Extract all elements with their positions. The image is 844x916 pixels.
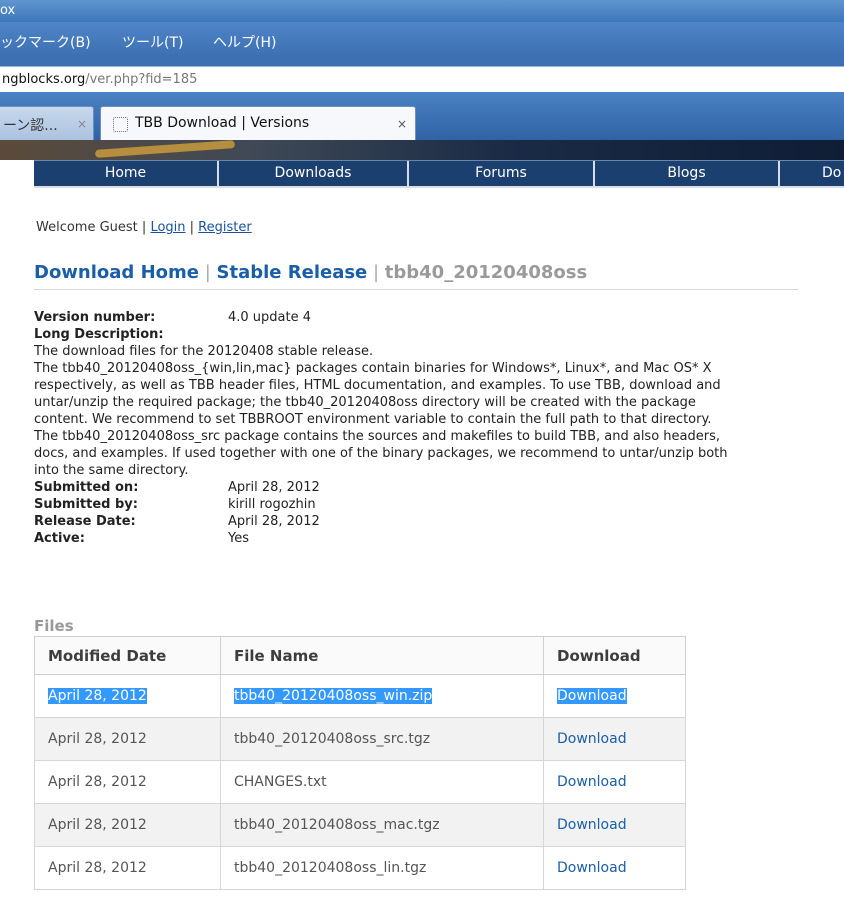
table-row: April 28, 2012 tbb40_20120408oss_win.zip… — [34, 674, 686, 718]
description-line: untar/unzip the required package; the tb… — [34, 395, 696, 410]
submitted-by-value: kirill rogozhin — [228, 497, 316, 512]
download-link[interactable]: Download — [543, 717, 686, 761]
long-description-row: Long Description: — [34, 326, 824, 343]
tab-label: TBB Download | Versions — [135, 115, 310, 131]
welcome-text: Welcome Guest | — [36, 220, 151, 235]
menu-bookmarks[interactable]: ックマーク(B) — [0, 32, 91, 52]
breadcrumb: Download Home | Stable Release | tbb40_2… — [34, 262, 798, 290]
address-url[interactable]: ngblocks.org/ver.php?fid=185 — [2, 72, 197, 87]
description-line: content. We recommend to set TBBROOT env… — [34, 412, 712, 427]
submitted-by-row: Submitted by: kirill rogozhin — [34, 496, 824, 513]
tab-strip: ーン認... × TBB Download | Versions × — [0, 92, 844, 141]
file-date: April 28, 2012 — [34, 760, 221, 804]
file-date: April 28, 2012 — [34, 717, 221, 761]
table-row: April 28, 2012 tbb40_20120408oss_mac.tgz… — [34, 803, 686, 847]
table-header-row: Modified Date File Name Download — [34, 636, 686, 675]
breadcrumb-separator: | — [198, 262, 217, 283]
menu-help[interactable]: ヘルプ(H) — [213, 32, 276, 52]
column-header-file-name: File Name — [220, 636, 544, 675]
nav-downloads[interactable]: Downloads — [219, 161, 409, 186]
file-name: tbb40_20120408oss_lin.tgz — [220, 846, 544, 890]
download-link[interactable]: Download — [543, 760, 686, 804]
version-value: 4.0 update 4 — [228, 310, 312, 325]
version-row: Version number: 4.0 update 4 — [34, 309, 824, 326]
register-link[interactable]: Register — [198, 220, 252, 235]
column-header-modified-date: Modified Date — [34, 636, 221, 675]
url-path: /ver.php?fid=185 — [85, 72, 198, 87]
active-row: Active: Yes — [34, 530, 824, 547]
download-link[interactable]: Download — [543, 846, 686, 890]
address-bar[interactable]: ngblocks.org/ver.php?fid=185 — [0, 66, 844, 94]
breadcrumb-download-home[interactable]: Download Home — [34, 262, 199, 283]
breadcrumb-separator: | — [367, 262, 385, 283]
nav-home[interactable]: Home — [34, 161, 219, 186]
release-date-row: Release Date: April 28, 2012 — [34, 513, 824, 530]
breadcrumb-stable-release[interactable]: Stable Release — [217, 262, 368, 283]
site-nav: Home Downloads Forums Blogs Do — [34, 160, 844, 188]
file-date: April 28, 2012 — [34, 846, 221, 890]
version-details: Version number: 4.0 update 4 Long Descri… — [34, 309, 824, 547]
tab-active[interactable]: TBB Download | Versions × — [100, 106, 416, 141]
table-row: April 28, 2012 tbb40_20120408oss_lin.tgz… — [34, 846, 686, 890]
submitted-on-row: Submitted on: April 28, 2012 — [34, 479, 824, 496]
url-host: ngblocks.org — [2, 72, 86, 87]
description-line: The tbb40_20120408oss_{win,lin,mac} pack… — [34, 361, 712, 376]
long-description-label: Long Description: — [34, 327, 164, 342]
close-icon[interactable]: × — [77, 117, 87, 131]
download-link[interactable]: Download — [543, 803, 686, 847]
version-label: Version number: — [34, 310, 156, 325]
breadcrumb-current: tbb40_20120408oss — [384, 262, 588, 283]
menu-bar: ックマーク(B) ツール(T) ヘルプ(H) — [0, 22, 844, 58]
release-date-value: April 28, 2012 — [228, 514, 320, 529]
welcome-line: Welcome Guest | Login | Register — [36, 220, 252, 235]
login-link[interactable]: Login — [150, 220, 185, 235]
menu-tools[interactable]: ツール(T) — [122, 32, 183, 52]
page-icon — [113, 117, 128, 132]
description-line: The tbb40_20120408oss_src package contai… — [34, 429, 720, 444]
download-link[interactable]: Download — [557, 688, 627, 704]
files-table: Modified Date File Name Download April 2… — [34, 636, 686, 890]
column-header-download: Download — [543, 636, 686, 675]
nav-blogs[interactable]: Blogs — [595, 161, 780, 186]
submitted-on-value: April 28, 2012 — [228, 480, 320, 495]
tab-label: ーン認... — [3, 118, 58, 134]
file-date: April 28, 2012 — [34, 803, 221, 847]
download-cell: Download — [543, 674, 686, 718]
submitted-by-label: Submitted by: — [34, 497, 138, 512]
submitted-on-label: Submitted on: — [34, 480, 139, 495]
files-heading: Files — [34, 617, 74, 635]
window-title-bar: ox — [0, 0, 844, 22]
description-line: docs, and examples. If used together wit… — [34, 446, 728, 461]
description-line: respectively, as well as TBB header file… — [34, 378, 721, 393]
file-name: tbb40_20120408oss_win.zip — [234, 688, 433, 704]
nav-forums[interactable]: Forums — [409, 161, 595, 186]
description-line: into the same directory. — [34, 463, 189, 478]
file-date-cell: April 28, 2012 — [34, 674, 221, 718]
file-name: tbb40_20120408oss_mac.tgz — [220, 803, 544, 847]
table-row: April 28, 2012 tbb40_20120408oss_src.tgz… — [34, 717, 686, 761]
close-icon[interactable]: × — [397, 117, 407, 131]
tab-background[interactable]: ーン認... × — [0, 106, 94, 141]
active-value: Yes — [228, 531, 249, 546]
active-label: Active: — [34, 531, 85, 546]
table-row: April 28, 2012 CHANGES.txt Download — [34, 760, 686, 804]
long-description: The download files for the 20120408 stab… — [34, 343, 824, 479]
window-title: ox — [0, 3, 16, 18]
release-date-label: Release Date: — [34, 514, 136, 529]
toolbar-gap — [0, 58, 844, 66]
file-name: tbb40_20120408oss_src.tgz — [220, 717, 544, 761]
nav-documentation[interactable]: Do — [780, 161, 844, 186]
file-name: CHANGES.txt — [220, 760, 544, 804]
welcome-separator: | — [185, 220, 199, 235]
file-date: April 28, 2012 — [48, 688, 147, 704]
file-name-cell: tbb40_20120408oss_win.zip — [220, 674, 544, 718]
description-line: The download files for the 20120408 stab… — [34, 344, 374, 359]
